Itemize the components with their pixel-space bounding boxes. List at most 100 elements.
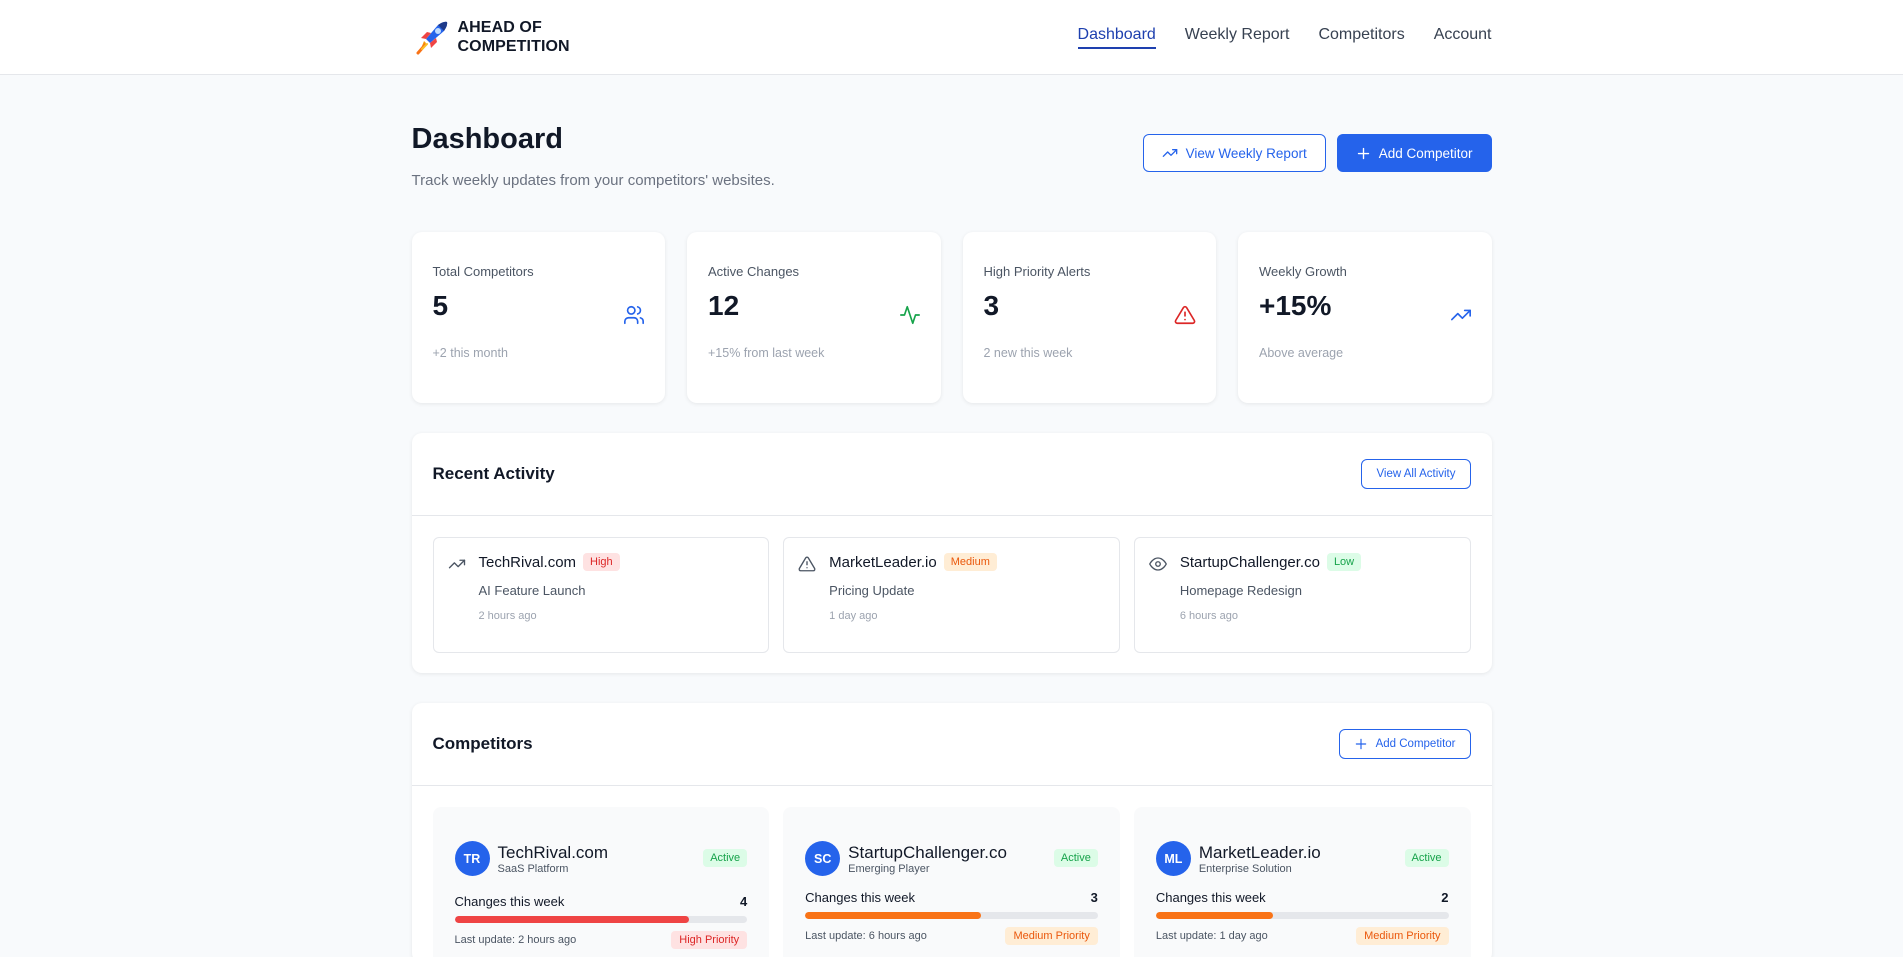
stat-label: High Priority Alerts <box>983 264 1091 279</box>
stat-note: 2 new this week <box>983 346 1073 360</box>
header-actions: View Weekly Report Add Competitor <box>1142 134 1492 172</box>
activity-site: StartupChallenger.co <box>1179 553 1320 571</box>
nav-dashboard[interactable]: Dashboard <box>1077 26 1156 49</box>
stats-row: Total Competitors 5 +2 this month Active… <box>411 232 1492 403</box>
plus-icon <box>1355 738 1366 750</box>
avatar: ML <box>1155 841 1191 876</box>
competitor-card[interactable]: SC StartupChallenger.co Emerging Player … <box>783 807 1120 957</box>
view-weekly-report-label: View Weekly Report <box>1185 145 1307 161</box>
page-title: Dashboard <box>411 123 563 155</box>
brand-name: AHEAD OF COMPETITION <box>458 18 570 56</box>
competitor-type: SaaS Platform <box>497 862 569 875</box>
stat-value: +15% <box>1259 290 1332 321</box>
competitor-type: Enterprise Solution <box>1198 862 1292 875</box>
progress-fill <box>805 912 981 919</box>
alert-triangle-icon <box>1174 305 1196 325</box>
last-update: Last update: 6 hours ago <box>805 930 927 942</box>
stat-value: 12 <box>708 290 740 321</box>
add-competitor-button[interactable]: Add Competitor <box>1336 134 1492 172</box>
stat-card-total-competitors: Total Competitors 5 +2 this month <box>411 232 665 403</box>
priority-badge: Medium Priority <box>1356 927 1449 945</box>
main-nav: Dashboard Weekly Report Competitors Acco… <box>1077 26 1492 49</box>
status-badge: Active <box>1053 849 1098 867</box>
nav-competitors[interactable]: Competitors <box>1318 26 1404 49</box>
priority-badge: Low <box>1326 553 1362 571</box>
users-icon <box>624 305 644 325</box>
avatar: SC <box>805 841 841 876</box>
stat-value: 3 <box>983 290 1000 321</box>
activity-site: TechRival.com <box>478 553 577 571</box>
page-subtitle: Track weekly updates from your competito… <box>411 172 775 189</box>
recent-activity-header: Recent Activity View All Activity <box>411 433 1492 516</box>
stat-label: Active Changes <box>708 264 800 279</box>
competitors-panel: Competitors Add Competitor TR TechRival.… <box>411 703 1492 957</box>
activity-change: AI Feature Launch <box>478 583 586 598</box>
view-all-activity-button[interactable]: View All Activity <box>1361 459 1471 489</box>
add-competitor-label: Add Competitor <box>1378 145 1473 161</box>
priority-badge: High <box>583 553 620 571</box>
activity-list: TechRival.com High AI Feature Launch 2 h… <box>412 516 1492 674</box>
competitor-type: Emerging Player <box>848 862 930 875</box>
alert-triangle-icon <box>798 556 816 572</box>
changes-count: 2 <box>1441 890 1449 905</box>
recent-activity-panel: Recent Activity View All Activity TechRi… <box>411 433 1492 674</box>
avatar: TR <box>454 841 490 876</box>
competitor-name: TechRival.com <box>497 842 609 862</box>
competitor-card[interactable]: ML MarketLeader.io Enterprise Solution A… <box>1133 807 1471 957</box>
progress-bar <box>454 916 748 923</box>
top-navbar: AHEAD OF COMPETITION Dashboard Weekly Re… <box>0 0 1903 75</box>
stat-label: Weekly Growth <box>1259 264 1347 279</box>
stat-card-high-priority-alerts: High Priority Alerts 3 2 new this week <box>962 232 1216 403</box>
activity-time: 1 day ago <box>829 610 878 622</box>
changes-label: Changes this week <box>1155 890 1266 905</box>
add-competitor-secondary-button[interactable]: Add Competitor <box>1338 729 1471 759</box>
stat-card-active-changes: Active Changes 12 +15% from last week <box>687 232 941 403</box>
activity-item[interactable]: TechRival.com High AI Feature Launch 2 h… <box>432 537 770 653</box>
plus-icon <box>1357 147 1369 159</box>
trending-up-icon <box>448 559 465 569</box>
activity-time: 6 hours ago <box>1179 610 1238 622</box>
progress-fill <box>1155 912 1273 919</box>
stat-note: Above average <box>1259 346 1344 360</box>
last-update: Last update: 2 hours ago <box>454 934 577 946</box>
brand-line-2: COMPETITION <box>457 38 570 55</box>
progress-fill <box>454 916 689 923</box>
brand-line-1: AHEAD OF <box>457 19 542 36</box>
competitor-card[interactable]: TR TechRival.com SaaS Platform Active Ch… <box>432 807 770 957</box>
add-competitor-secondary-label: Add Competitor <box>1375 738 1456 750</box>
competitor-name: MarketLeader.io <box>1198 842 1321 862</box>
stat-card-weekly-growth: Weekly Growth +15% Above average <box>1238 232 1492 403</box>
activity-item[interactable]: StartupChallenger.co Low Homepage Redesi… <box>1133 537 1471 653</box>
nav-account[interactable]: Account <box>1434 26 1492 49</box>
competitors-header: Competitors Add Competitor <box>411 703 1492 786</box>
nav-weekly-report[interactable]: Weekly Report <box>1185 26 1290 49</box>
progress-bar <box>1155 912 1449 919</box>
activity-site: MarketLeader.io <box>829 553 937 571</box>
competitors-title: Competitors <box>432 734 533 753</box>
view-weekly-report-button[interactable]: View Weekly Report <box>1142 134 1326 172</box>
changes-label: Changes this week <box>454 894 565 909</box>
last-update: Last update: 1 day ago <box>1155 930 1268 942</box>
progress-bar <box>805 912 1098 919</box>
changes-count: 3 <box>1090 890 1098 905</box>
status-badge: Active <box>1404 849 1449 867</box>
changes-count: 4 <box>739 894 748 909</box>
competitor-name: StartupChallenger.co <box>848 842 1007 862</box>
activity-item[interactable]: MarketLeader.io Medium Pricing Update 1 … <box>783 537 1120 653</box>
activity-change: Pricing Update <box>829 583 915 598</box>
activity-icon <box>899 305 920 325</box>
stat-note: +15% from last week <box>708 346 825 360</box>
changes-label: Changes this week <box>805 890 916 905</box>
status-badge: Active <box>703 849 748 867</box>
stat-note: +2 this month <box>432 346 508 360</box>
trending-up-icon <box>1162 149 1177 157</box>
competitor-list: TR TechRival.com SaaS Platform Active Ch… <box>412 786 1492 957</box>
rocket-icon <box>416 21 447 55</box>
priority-badge: Medium <box>943 553 997 571</box>
stat-value: 5 <box>432 290 449 321</box>
priority-badge: High Priority <box>671 931 748 949</box>
main-content: Dashboard Track weekly updates from your… <box>411 75 1492 957</box>
activity-time: 2 hours ago <box>478 610 537 622</box>
recent-activity-title: Recent Activity <box>432 464 555 483</box>
brand-logo[interactable]: AHEAD OF COMPETITION <box>412 17 570 57</box>
